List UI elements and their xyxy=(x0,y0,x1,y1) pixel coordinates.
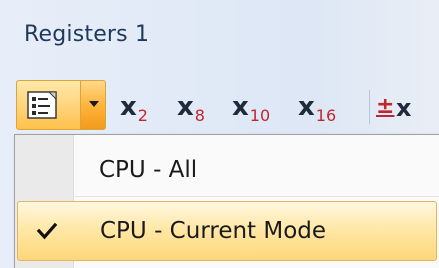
base-10-button[interactable]: x10 xyxy=(232,92,270,125)
base-2-button[interactable]: x2 xyxy=(120,92,148,125)
toolbar-separator xyxy=(369,90,370,124)
register-list-icon xyxy=(27,91,57,119)
signed-toggle-button[interactable]: x xyxy=(396,94,411,122)
multiply-icon: x xyxy=(177,92,194,122)
registers-toolbar: x2 x8 x10 x16 ± x xyxy=(10,74,439,134)
multiply-icon: x xyxy=(298,92,315,122)
menu-item-label: CPU - Current Mode xyxy=(100,218,327,244)
base-16-button[interactable]: x16 xyxy=(298,92,336,125)
menu-divider xyxy=(75,196,439,197)
base-8-button[interactable]: x8 xyxy=(177,92,205,125)
multiply-icon: x xyxy=(120,92,137,122)
view-dropdown-arrow-button[interactable] xyxy=(80,80,106,130)
panel-title: Registers 1 xyxy=(24,22,150,47)
register-view-menu: CPU - All CPU - Current Mode xyxy=(14,134,439,268)
multiply-icon: x xyxy=(232,92,249,122)
checkmark-icon xyxy=(36,222,58,240)
menu-item-cpu-all[interactable]: CPU - All xyxy=(15,143,439,199)
menu-item-label: CPU - All xyxy=(99,157,198,183)
menu-item-cpu-current-mode[interactable]: CPU - Current Mode xyxy=(17,201,437,261)
view-split-button[interactable] xyxy=(16,74,112,134)
plus-minus-icon[interactable]: ± xyxy=(376,94,394,119)
view-button[interactable] xyxy=(16,80,80,130)
